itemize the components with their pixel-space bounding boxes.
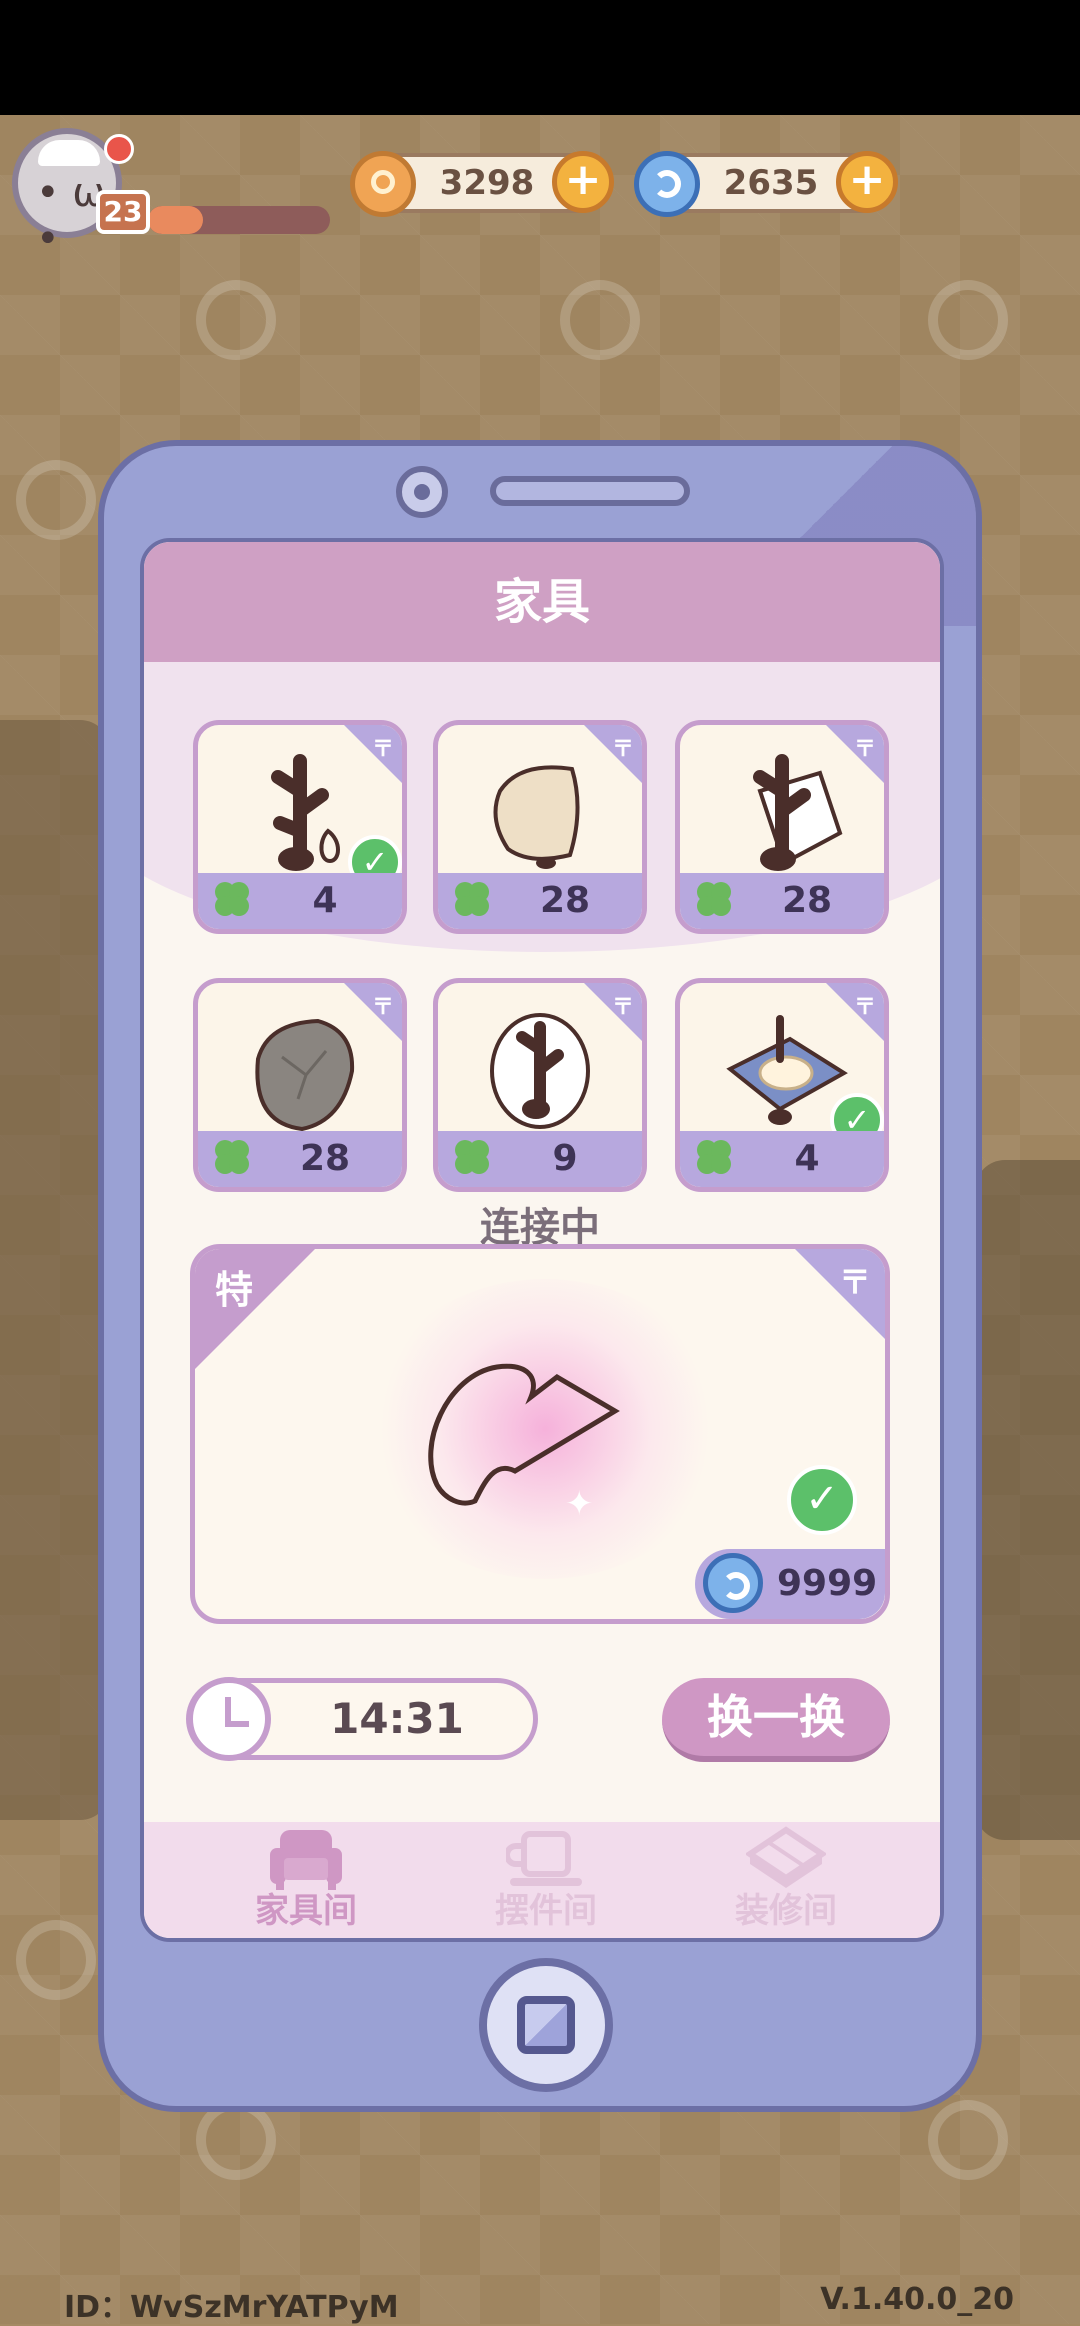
tab-decoration[interactable]: 装修间: [666, 1822, 906, 1938]
clock-icon: [187, 1677, 271, 1761]
special-price-pill: 9999: [695, 1549, 885, 1619]
tab-ornaments[interactable]: 摆件间: [426, 1822, 666, 1938]
status-bar: [0, 0, 1080, 115]
furniture-item-2[interactable]: 〒 28: [433, 720, 647, 934]
tab-bar: 家具间 摆件间 装修间: [144, 1822, 940, 1938]
ribbon-icon: 〒: [371, 995, 394, 1020]
room-scene-left: [0, 720, 110, 1820]
ribbon-icon: 〒: [853, 995, 876, 1020]
panel-title: 家具: [144, 542, 940, 662]
clover-icon: [215, 882, 249, 916]
furniture-item-6[interactable]: 〒 ✓ 4: [675, 978, 889, 1192]
swap-button[interactable]: 换一换: [662, 1678, 890, 1762]
coin-amount: 3298: [439, 163, 535, 203]
item-price: 4: [312, 880, 338, 921]
item-price: 28: [781, 880, 833, 921]
item-price: 4: [794, 1138, 820, 1179]
tab-furniture-label: 家具间: [255, 1891, 357, 1931]
sun-decoration-icon: [928, 280, 1008, 360]
item-price: 28: [299, 1138, 351, 1179]
room-scene-right: [975, 1160, 1080, 1840]
tab-decoration-label: 装修间: [735, 1891, 837, 1931]
special-item-outline-icon: ✦: [428, 1363, 620, 1524]
ribbon-icon: 〒: [838, 1263, 871, 1301]
phone-speaker: [490, 476, 690, 506]
tab-furniture[interactable]: 家具间: [186, 1822, 426, 1938]
gem-icon: [634, 151, 700, 217]
item-price: 28: [539, 880, 591, 921]
clover-icon: [455, 882, 489, 916]
ribbon-icon: 〒: [853, 737, 876, 762]
furniture-item-5[interactable]: 〒 9: [433, 978, 647, 1192]
item-price: 9: [552, 1138, 578, 1179]
sun-decoration-icon: [196, 2100, 276, 2180]
sun-decoration-icon: [928, 2100, 1008, 2180]
xp-progress-bar: [148, 206, 330, 234]
sun-decoration-icon: [196, 280, 276, 360]
furniture-item-4[interactable]: 〒 28: [193, 978, 407, 1192]
clover-icon: [455, 1140, 489, 1174]
furniture-item-1[interactable]: 〒 ✓ 4: [193, 720, 407, 934]
clover-icon: [697, 1140, 731, 1174]
ribbon-icon: 〒: [371, 737, 394, 762]
sun-decoration-icon: [16, 460, 96, 540]
refresh-timer: 14:31: [186, 1677, 538, 1761]
add-gems-button[interactable]: +: [836, 151, 898, 213]
xp-progress-fill: [148, 206, 203, 234]
ribbon-icon: 〒: [611, 737, 634, 762]
timer-value: 14:31: [330, 1694, 464, 1743]
add-coins-button[interactable]: +: [552, 151, 614, 213]
coin-icon: [350, 151, 416, 217]
furniture-item-3[interactable]: 〒 28: [675, 720, 889, 934]
player-id: ID：WvSzMrYATPyM: [64, 2290, 399, 2325]
gem-icon: [703, 1553, 763, 1613]
coin-counter: 3298 +: [350, 151, 614, 217]
level-badge: 23: [96, 190, 150, 234]
clover-icon: [215, 1140, 249, 1174]
gem-amount: 2635: [723, 163, 819, 203]
gem-counter: 2635 +: [634, 151, 898, 217]
special-owned-check-icon: ✓: [787, 1465, 857, 1535]
home-button[interactable]: [479, 1958, 613, 2092]
special-item-card[interactable]: 特 〒 ✦ ✓ 9999: [190, 1244, 890, 1624]
phone-camera-icon: [396, 466, 448, 518]
special-tag: 特: [215, 1268, 254, 1312]
sun-decoration-icon: [560, 280, 640, 360]
app-version: V.1.40.0_20: [820, 2282, 1014, 2317]
svg-text:✦: ✦: [565, 1484, 594, 1524]
chef-hat-icon: [38, 140, 100, 166]
special-price: 9999: [777, 1563, 878, 1604]
sun-decoration-icon: [16, 1920, 96, 2000]
special-tag-bg: [195, 1249, 315, 1369]
tab-ornaments-label: 摆件间: [495, 1891, 597, 1931]
clover-icon: [697, 882, 731, 916]
ribbon-icon: 〒: [611, 995, 634, 1020]
notification-dot: [104, 134, 134, 164]
